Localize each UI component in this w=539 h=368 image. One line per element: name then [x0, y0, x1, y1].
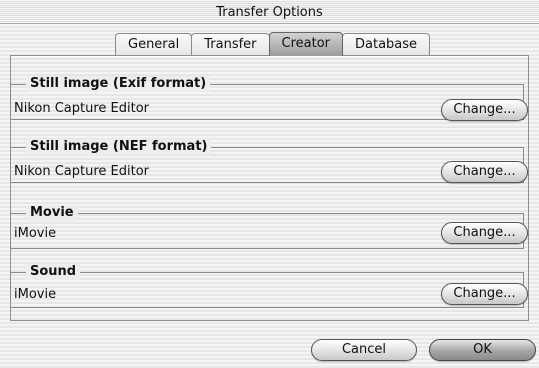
- tab-transfer[interactable]: Transfer: [191, 33, 270, 56]
- group-sound-title: Sound: [26, 264, 81, 280]
- change-exif-button[interactable]: Change...: [441, 99, 528, 121]
- ok-button[interactable]: OK: [429, 339, 536, 361]
- tab-bar: General Transfer Creator Database: [115, 32, 431, 56]
- window-title: Transfer Options: [216, 5, 323, 20]
- cancel-button[interactable]: Cancel: [311, 339, 417, 361]
- window-titlebar[interactable]: Transfer Options: [0, 0, 539, 24]
- tab-general[interactable]: General: [115, 33, 193, 56]
- group-movie-title: Movie: [26, 205, 78, 221]
- group-exif-value: Nikon Capture Editor: [14, 101, 150, 116]
- change-nef-button[interactable]: Change...: [441, 161, 528, 183]
- group-movie-value: iMovie: [14, 226, 57, 241]
- group-nef-title: Still image (NEF format): [26, 139, 212, 155]
- group-nef-value: Nikon Capture Editor: [14, 164, 150, 179]
- tab-creator[interactable]: Creator: [268, 32, 344, 56]
- tab-database[interactable]: Database: [342, 33, 431, 56]
- change-movie-button[interactable]: Change...: [441, 222, 528, 244]
- group-exif-title: Still image (Exif format): [26, 76, 211, 92]
- group-sound-value: iMovie: [14, 287, 57, 302]
- change-sound-button[interactable]: Change...: [441, 283, 528, 305]
